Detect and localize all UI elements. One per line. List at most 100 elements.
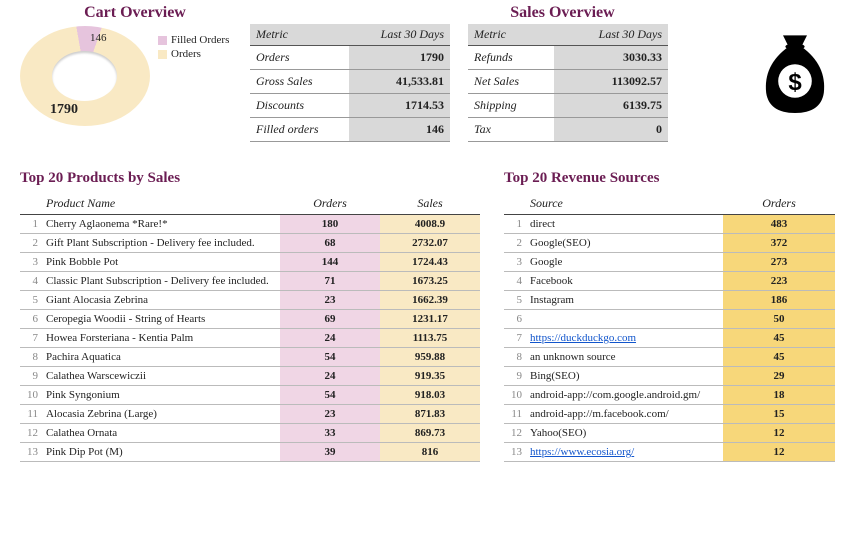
table-row: 4Classic Plant Subscription - Delivery f… xyxy=(20,272,480,291)
metric-row: Tax0 xyxy=(468,118,668,142)
table-row: 11android-app://m.facebook.com/15 xyxy=(504,405,835,424)
source-name: Yahoo(SEO) xyxy=(524,424,723,443)
row-index: 5 xyxy=(20,291,40,310)
source-orders: 483 xyxy=(723,215,835,234)
source-name: https://www.ecosia.org/ xyxy=(524,443,723,462)
source-orders: 18 xyxy=(723,386,835,405)
moneybag-icon: $ xyxy=(755,28,835,122)
source-orders: 372 xyxy=(723,234,835,253)
row-index: 10 xyxy=(20,386,40,405)
product-sales: 1231.17 xyxy=(380,310,480,329)
source-orders: 12 xyxy=(723,424,835,443)
table-row: 8Pachira Aquatica54959.88 xyxy=(20,348,480,367)
product-orders: 54 xyxy=(280,348,380,367)
product-orders: 33 xyxy=(280,424,380,443)
metric-label: Orders xyxy=(250,46,349,70)
source-orders: 15 xyxy=(723,405,835,424)
row-index: 4 xyxy=(504,272,524,291)
source-name: android-app://com.google.android.gm/ xyxy=(524,386,723,405)
svg-text:$: $ xyxy=(788,69,802,96)
product-sales: 2732.07 xyxy=(380,234,480,253)
row-index: 2 xyxy=(20,234,40,253)
product-orders: 39 xyxy=(280,443,380,462)
product-sales: 1724.43 xyxy=(380,253,480,272)
sales-overview-title: Sales Overview xyxy=(290,4,835,22)
product-sales: 1662.39 xyxy=(380,291,480,310)
metric-value: 1714.53 xyxy=(349,94,450,118)
table-row: 3Pink Bobble Pot1441724.43 xyxy=(20,253,480,272)
top-products-title: Top 20 Products by Sales xyxy=(20,170,480,187)
source-orders: 50 xyxy=(723,310,835,329)
source-name: Instagram xyxy=(524,291,723,310)
source-name xyxy=(524,310,723,329)
product-orders: 23 xyxy=(280,405,380,424)
source-name: Facebook xyxy=(524,272,723,291)
table-row: 2Google(SEO)372 xyxy=(504,234,835,253)
product-name: Gift Plant Subscription - Delivery fee i… xyxy=(40,234,280,253)
chart-legend: Filled Orders Orders xyxy=(158,34,229,62)
product-orders: 23 xyxy=(280,291,380,310)
table-row: 10Pink Syngonium54918.03 xyxy=(20,386,480,405)
legend-orders-label: Orders xyxy=(171,48,201,60)
product-sales: 959.88 xyxy=(380,348,480,367)
product-name: Ceropegia Woodii - String of Hearts xyxy=(40,310,280,329)
source-orders: 273 xyxy=(723,253,835,272)
product-name: Pink Syngonium xyxy=(40,386,280,405)
metric-label: Shipping xyxy=(468,94,554,118)
col-orders: Orders xyxy=(723,193,835,215)
row-index: 13 xyxy=(504,443,524,462)
table-row: 3Google273 xyxy=(504,253,835,272)
product-orders: 144 xyxy=(280,253,380,272)
product-name: Calathea Warscewiczii xyxy=(40,367,280,386)
metrics-table-left: Metric Last 30 Days Orders1790Gross Sale… xyxy=(250,24,450,142)
source-name: Google xyxy=(524,253,723,272)
product-orders: 71 xyxy=(280,272,380,291)
row-index: 9 xyxy=(504,367,524,386)
donut-big-value: 1790 xyxy=(50,102,78,118)
legend-swatch-filled xyxy=(158,36,167,45)
cart-overview-title: Cart Overview xyxy=(20,4,250,22)
metric-label: Gross Sales xyxy=(250,70,349,94)
product-name: Pink Dip Pot (M) xyxy=(40,443,280,462)
row-index: 1 xyxy=(504,215,524,234)
table-row: 5Giant Alocasia Zebrina231662.39 xyxy=(20,291,480,310)
table-row: 7https://duckduckgo.com45 xyxy=(504,329,835,348)
source-orders: 186 xyxy=(723,291,835,310)
source-name: an unknown source xyxy=(524,348,723,367)
table-row: 2Gift Plant Subscription - Delivery fee … xyxy=(20,234,480,253)
table-row: 1Cherry Aglaonema *Rare!*1804008.9 xyxy=(20,215,480,234)
product-sales: 816 xyxy=(380,443,480,462)
product-orders: 68 xyxy=(280,234,380,253)
product-sales: 4008.9 xyxy=(380,215,480,234)
product-name: Classic Plant Subscription - Delivery fe… xyxy=(40,272,280,291)
product-orders: 24 xyxy=(280,367,380,386)
product-name: Pink Bobble Pot xyxy=(40,253,280,272)
metrics-col-30days: Last 30 Days xyxy=(349,24,450,46)
metric-row: Net Sales113092.57 xyxy=(468,70,668,94)
metric-label: Discounts xyxy=(250,94,349,118)
source-name: https://duckduckgo.com xyxy=(524,329,723,348)
col-product-name: Product Name xyxy=(40,193,280,215)
row-index: 6 xyxy=(504,310,524,329)
source-name: Bing(SEO) xyxy=(524,367,723,386)
table-row: 7Howea Forsteriana - Kentia Palm241113.7… xyxy=(20,329,480,348)
col-orders: Orders xyxy=(280,193,380,215)
row-index: 8 xyxy=(504,348,524,367)
donut-small-value: 146 xyxy=(90,32,107,44)
product-orders: 54 xyxy=(280,386,380,405)
metric-label: Tax xyxy=(468,118,554,142)
product-name: Pachira Aquatica xyxy=(40,348,280,367)
row-index: 6 xyxy=(20,310,40,329)
row-index: 11 xyxy=(504,405,524,424)
source-link[interactable]: https://duckduckgo.com xyxy=(530,332,636,344)
table-row: 13https://www.ecosia.org/12 xyxy=(504,443,835,462)
row-index: 4 xyxy=(20,272,40,291)
source-orders: 29 xyxy=(723,367,835,386)
metric-label: Net Sales xyxy=(468,70,554,94)
row-index: 1 xyxy=(20,215,40,234)
table-row: 1direct483 xyxy=(504,215,835,234)
row-index: 10 xyxy=(504,386,524,405)
table-row: 11Alocasia Zebrina (Large)23871.83 xyxy=(20,405,480,424)
table-row: 12Calathea Ornata33869.73 xyxy=(20,424,480,443)
source-link[interactable]: https://www.ecosia.org/ xyxy=(530,446,634,458)
